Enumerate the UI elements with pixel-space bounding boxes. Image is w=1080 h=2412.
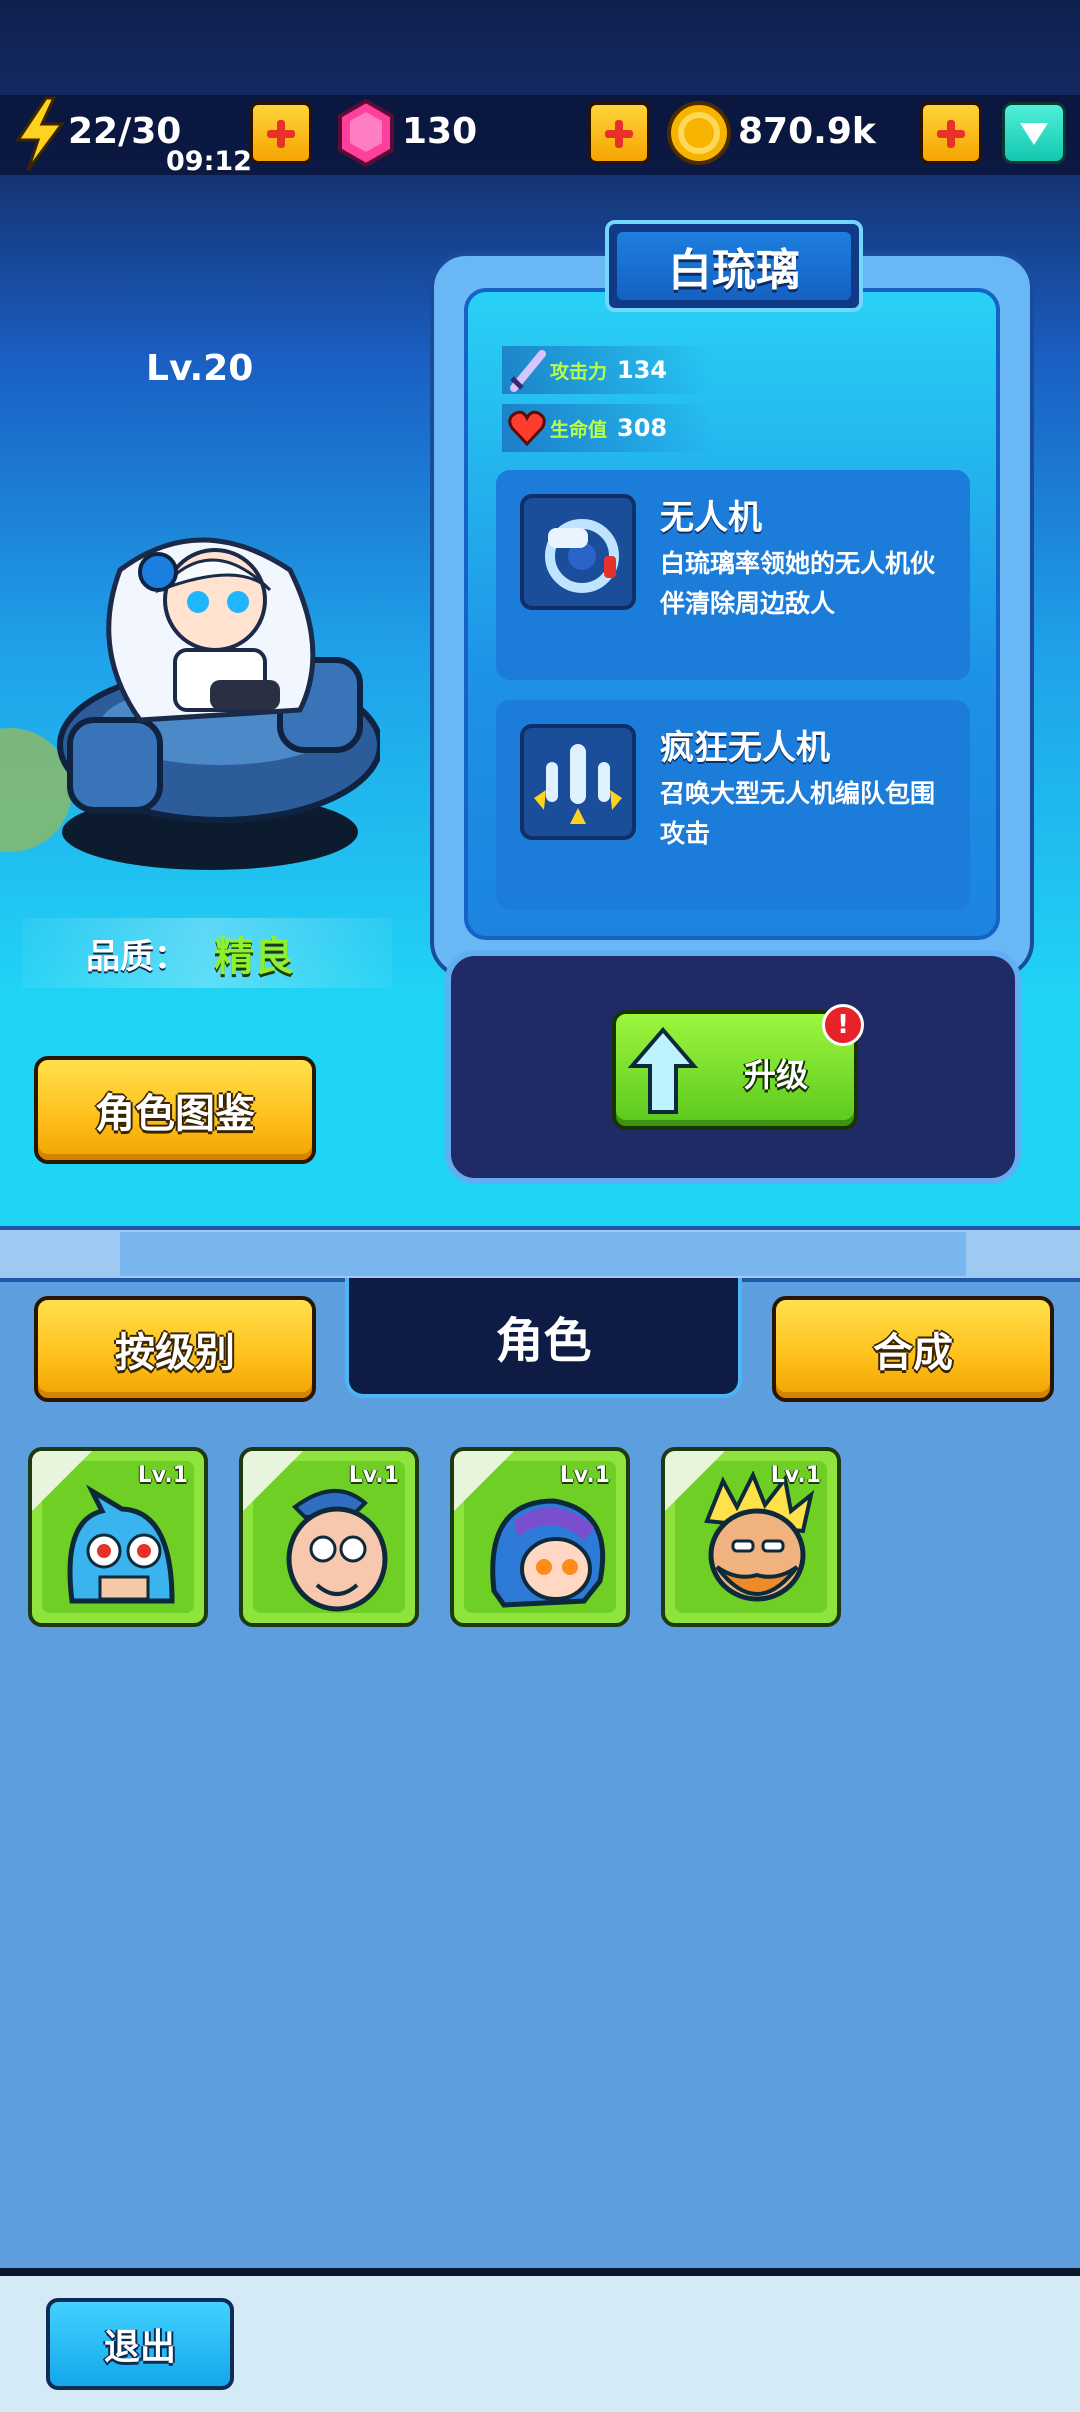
sort-by-level-button[interactable]: 按级别 — [34, 1296, 316, 1402]
character-level: Lv.20 — [146, 348, 254, 389]
card-level: Lv.1 — [348, 1463, 399, 1488]
bearded-old-man-icon — [704, 1471, 815, 1602]
attack-stat: 攻击力 134 — [502, 346, 712, 394]
drone-skill-icon — [520, 494, 636, 610]
name-plate: 白琉璃 — [605, 220, 863, 312]
gem-value: 130 — [402, 110, 478, 152]
add-coins-button[interactable] — [920, 102, 982, 164]
coin-value: 870.9k — [738, 110, 876, 152]
upgrade-button[interactable]: 升级 — [612, 1010, 858, 1130]
quality-label: 品质： — [86, 936, 188, 977]
energy-timer: 09:12 — [166, 146, 252, 177]
attack-value: 134 — [617, 356, 668, 384]
skill-name: 疯狂无人机 — [660, 728, 830, 768]
roster-card[interactable]: Lv.1 — [239, 1447, 419, 1627]
upgrade-alert-badge: ! — [822, 1004, 864, 1046]
card-level: Lv.1 — [137, 1463, 188, 1488]
heart-icon — [508, 410, 546, 446]
shop-button[interactable] — [1002, 102, 1066, 164]
card-level: Lv.1 — [770, 1463, 821, 1488]
sword-icon — [510, 350, 546, 392]
card-level: Lv.1 — [559, 1463, 610, 1488]
roster-card[interactable]: Lv.1 — [450, 1447, 630, 1627]
skill-description: 召唤大型无人机编队包围攻击 — [660, 779, 936, 848]
add-energy-button[interactable] — [250, 102, 312, 164]
quality-row: 品质： 精良 — [22, 918, 392, 988]
character-name: 白琉璃 — [617, 232, 851, 300]
coin-icon — [666, 100, 732, 166]
skill-card-drone[interactable]: 无人机 白琉璃率领她的无人机伙伴清除周边敌人 — [496, 470, 970, 680]
divider-rail-inset — [120, 1232, 966, 1276]
merge-button[interactable]: 合成 — [772, 1296, 1054, 1402]
drone-swarm-skill-icon — [520, 724, 636, 840]
gem-icon — [336, 98, 396, 168]
upgrade-label: 升级 — [744, 1056, 809, 1094]
character-portrait — [0, 490, 383, 880]
energy-counter: 22/30 — [68, 100, 181, 162]
character-codex-button[interactable]: 角色图鉴 — [34, 1056, 316, 1164]
add-gems-button[interactable] — [588, 102, 650, 164]
quality-value: 精良 — [214, 934, 294, 980]
hp-label: 生命值 — [550, 418, 608, 441]
attack-label: 攻击力 — [550, 360, 608, 383]
hp-stat: 生命值 308 — [502, 404, 712, 452]
bald-glasses-man-icon — [286, 1489, 388, 1612]
skill-name: 无人机 — [660, 498, 762, 538]
gem-counter: 130 — [402, 100, 477, 162]
energy-icon — [12, 96, 68, 172]
purple-hood-girl-icon — [490, 1498, 606, 1608]
hp-value: 308 — [617, 414, 668, 442]
roster-card[interactable]: Lv.1 — [28, 1447, 208, 1627]
blue-monster-icon — [67, 1484, 175, 1604]
roster-card[interactable]: Lv.1 — [661, 1447, 841, 1627]
skill-card-crazy-drone[interactable]: 疯狂无人机 召唤大型无人机编队包围攻击 — [496, 700, 970, 910]
coin-counter: 870.9k — [738, 100, 876, 162]
arrow-up-icon — [628, 1026, 698, 1114]
skill-description: 白琉璃率领她的无人机伙伴清除周边敌人 — [660, 549, 936, 618]
energy-value: 22/30 — [68, 110, 182, 152]
tab-characters[interactable]: 角色 — [345, 1278, 742, 1398]
gem-shop-icon — [1020, 123, 1048, 145]
exit-button[interactable]: 退出 — [46, 2298, 234, 2390]
